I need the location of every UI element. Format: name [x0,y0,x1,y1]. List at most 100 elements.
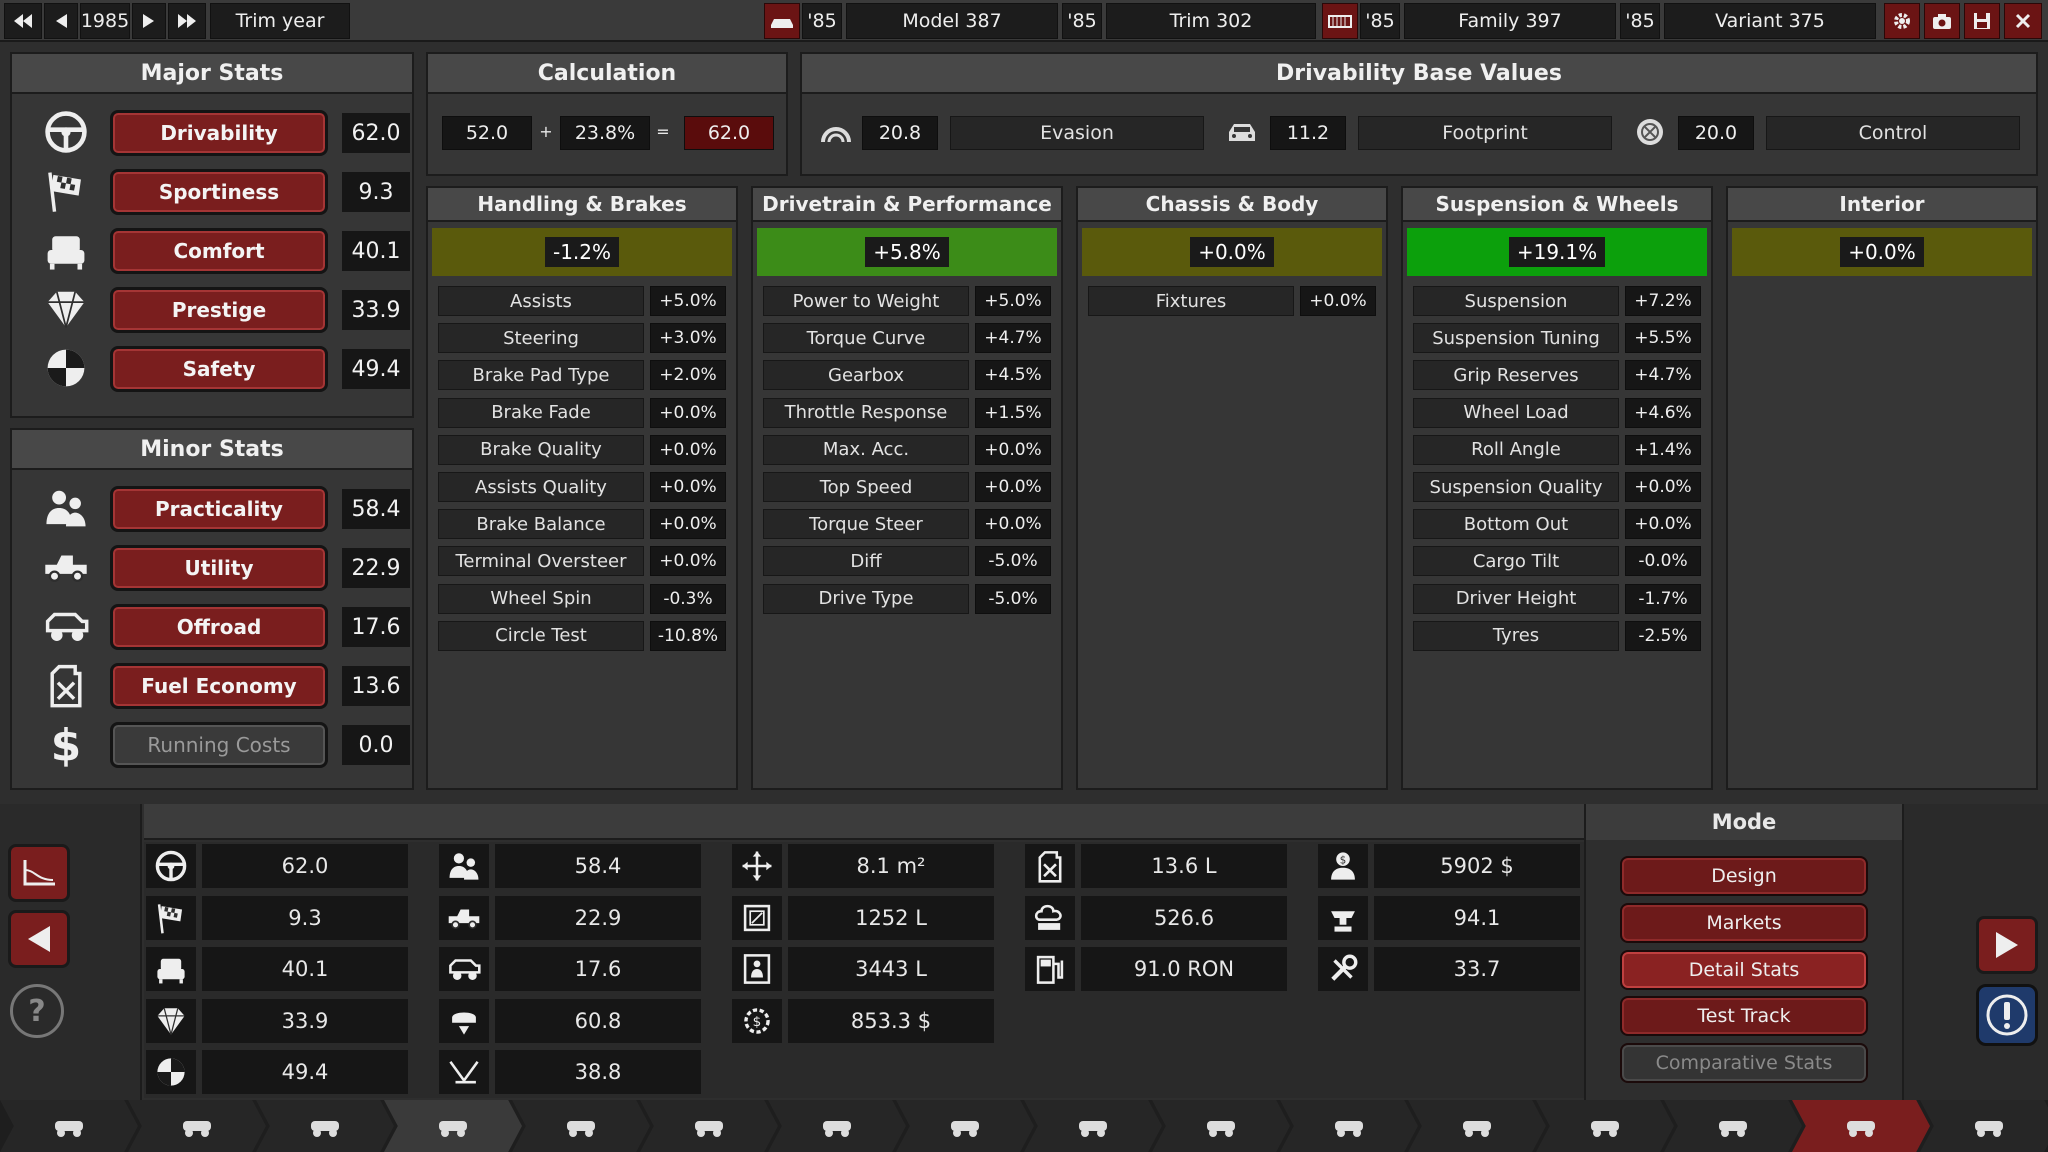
variant-year: '85 [1620,3,1660,39]
nav-tab-aero[interactable] [640,1100,778,1152]
mode-button-comparative-stats[interactable]: Comparative Stats [1620,1043,1868,1084]
stat-button-utility[interactable]: Utility [110,545,328,591]
fuel-can-icon [1025,844,1075,888]
factor-value: +0.0% [650,509,726,540]
nav-tab-steering[interactable] [1408,1100,1546,1152]
category-title: Suspension & Wheels [1403,188,1711,222]
nav-tab-brakes[interactable] [896,1100,1034,1152]
cargo-icon [452,1012,476,1035]
nav-tab-drivetrain[interactable] [1280,1100,1418,1152]
stat-button-comfort[interactable]: Comfort [110,228,328,274]
next-year-button[interactable] [132,3,166,39]
first-year-button[interactable] [4,3,42,39]
back-button[interactable] [8,910,70,968]
variant-selector[interactable]: Variant 375 [1664,3,1876,39]
trim-selector[interactable]: Trim 302 [1106,3,1316,39]
stat-button-fuel-economy[interactable]: Fuel Economy [110,663,328,709]
summary-stat-value: 60.8 [495,998,701,1043]
car-icon [55,1121,83,1137]
category-panel-3: Suspension & Wheels +19.1% Suspension +7.2%… [1401,186,1713,790]
gear-icon [1894,13,1910,29]
trim-year-button[interactable]: Trim year [210,3,350,39]
nav-tab-check[interactable] [1920,1100,2048,1152]
factor-row: Suspension Quality +0.0% [1413,472,1713,502]
steering-wheel-icon [45,111,87,153]
nav-tab-suspension[interactable] [256,1100,394,1152]
nav-tab-handling[interactable] [1536,1100,1674,1152]
axis-toggle-button[interactable] [8,844,70,902]
summary-stat-value: 5902 $ [1374,844,1580,888]
passenger-volume-icon [732,947,782,991]
summary-stat: $5902 $ [1318,844,1580,888]
factor-label: Steering [438,323,644,354]
cost-icon: $ [1331,852,1355,880]
diamond-icon [146,998,196,1043]
nav-tab-car[interactable] [0,1100,138,1152]
model-selector[interactable]: Model 387 [846,3,1058,39]
evasion-icon [816,114,856,150]
factor-label: Brake Fade [438,397,644,428]
save-button[interactable] [1964,3,2000,39]
prev-year-button[interactable] [44,3,78,39]
evasion-value: 20.8 [862,116,938,150]
stat-value-practicality: 58.4 [342,489,410,529]
mode-button-markets[interactable]: Markets [1620,902,1868,943]
factor-value: +4.6% [1625,397,1701,428]
footprint-label: Footprint [1358,116,1612,150]
mode-button-test-track[interactable]: Test Track [1620,996,1868,1037]
stat-button-prestige[interactable]: Prestige [110,287,328,333]
crash-test-icon [40,345,92,391]
screenshot-button[interactable] [1924,3,1960,39]
mode-button-detail-stats[interactable]: Detail Stats [1620,949,1868,990]
stat-button-sportiness[interactable]: Sportiness [110,169,328,215]
summary-stat-value: 13.6 L [1081,844,1287,888]
close-icon [2015,13,2031,29]
interior-icon [823,1121,851,1137]
nav-tab-test[interactable] [1792,1100,1930,1152]
close-button[interactable] [2004,3,2042,39]
stat-button-safety[interactable]: Safety [110,346,328,392]
double-left-icon [14,14,32,28]
category-title: Drivetrain & Performance [753,188,1061,222]
nav-tab-body[interactable] [384,1100,522,1152]
year-field[interactable]: 1985 [80,3,130,39]
factor-label: Throttle Response [763,397,969,428]
next-button[interactable] [1976,916,2038,974]
stat-button-running-costs[interactable]: Running Costs [110,722,328,768]
emissions-icon [1034,904,1062,930]
engine-block-icon[interactable] [1322,3,1358,39]
factor-label: Brake Quality [438,434,644,465]
help-button[interactable]: ? [10,984,64,1038]
stat-button-offroad[interactable]: Offroad [110,604,328,650]
reliability-icon [449,1061,479,1084]
summary-stat-value: 62.0 [202,844,408,888]
family-selector[interactable]: Family 397 [1404,3,1616,39]
last-year-button[interactable] [168,3,206,39]
factor-label: Torque Curve [763,323,969,354]
drivability-base-values-panel: Drivability Base Values 20.8 Evasion 11.… [800,52,2038,176]
nav-tab-wheels[interactable] [1024,1100,1162,1152]
diamond-icon [47,291,85,328]
factor-value: +0.0% [1625,472,1701,502]
stat-value-sportiness: 9.3 [342,172,410,212]
stat-button-practicality[interactable]: Practicality [110,486,328,532]
model-car-icon[interactable] [764,3,800,39]
summary-stat-value: 9.3 [202,895,408,940]
calc-plus: + [539,122,553,141]
nav-tab-interior[interactable] [768,1100,906,1152]
nav-tab-tyres[interactable] [1152,1100,1290,1152]
factor-label: Top Speed [763,472,969,502]
nav-tab-fixtures[interactable] [512,1100,650,1152]
mode-button-design[interactable]: Design [1620,856,1868,896]
calc-bonus-value: 23.8% [560,116,650,150]
factor-row: Gearbox +4.5% [763,360,1063,391]
double-right-icon [178,14,196,28]
nav-tab-chassis[interactable] [128,1100,266,1152]
factor-value: -0.0% [1625,546,1701,577]
nav-tab-paint[interactable] [1664,1100,1802,1152]
settings-button[interactable] [1884,3,1920,39]
dimensions-icon [742,851,772,881]
info-button[interactable] [1976,984,2038,1046]
summary-stat: 17.6 [439,947,701,991]
stat-button-drivability[interactable]: Drivability [110,110,328,156]
